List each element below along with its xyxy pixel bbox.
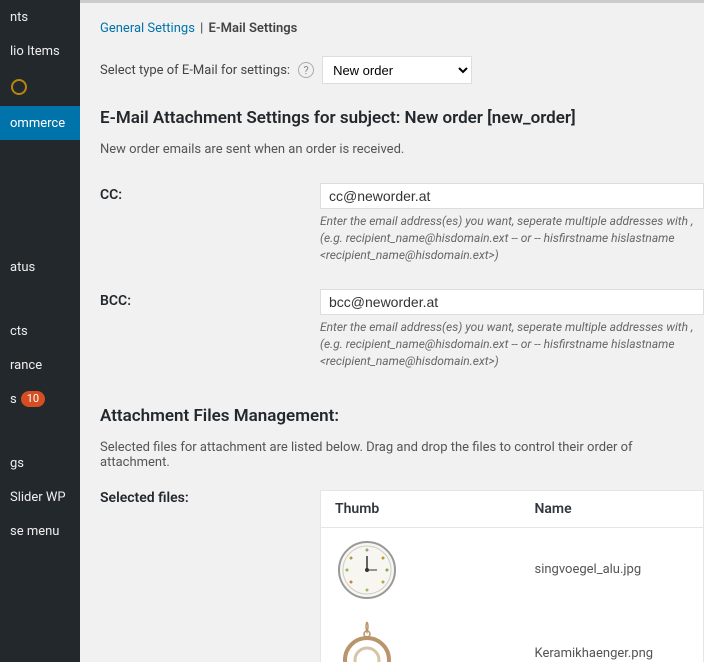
tab-general-settings[interactable]: General Settings <box>100 21 195 36</box>
attachment-thumb <box>335 538 399 602</box>
attachment-settings-heading: E-Mail Attachment Settings for subject: … <box>100 108 704 128</box>
table-row[interactable]: singvoegel_alu.jpg <box>321 527 704 612</box>
email-type-select[interactable]: New order <box>322 56 472 84</box>
cc-field-row: CC: Enter the email address(es) you want… <box>100 183 704 263</box>
email-type-selector-row: Select type of E-Mail for settings: ? Ne… <box>100 56 704 84</box>
sidebar-item-lio-items[interactable]: lio Items <box>0 34 80 68</box>
main-content: General Settings | E-Mail Settings Selec… <box>80 0 704 662</box>
bcc-help-text: Enter the email address(es) you want, se… <box>320 319 704 369</box>
attachment-thumb <box>335 622 399 662</box>
sidebar-item-rance[interactable]: rance <box>0 348 80 382</box>
table-row[interactable]: Keramikhaenger.png <box>321 612 704 662</box>
attachment-name: Keramikhaenger.png <box>521 612 704 662</box>
content-top-border <box>80 0 704 3</box>
sidebar-item-slider-wp[interactable]: Slider WP <box>0 480 80 514</box>
bcc-input[interactable] <box>320 289 704 315</box>
help-icon[interactable]: ? <box>298 62 314 78</box>
admin-sidebar: nts lio Items ommerce atus cts rance s 1… <box>0 0 80 662</box>
tab-email-settings[interactable]: E-Mail Settings <box>209 21 298 36</box>
tab-separator: | <box>200 21 206 36</box>
bcc-label: BCC: <box>100 289 320 309</box>
sidebar-item-collapse-menu[interactable]: se menu <box>0 514 80 548</box>
update-count-badge: 10 <box>21 391 45 407</box>
column-name: Name <box>521 490 704 527</box>
sidebar-item-blank1[interactable] <box>0 68 80 106</box>
sidebar-item-gs[interactable]: gs <box>0 446 80 480</box>
sidebar-item-nts[interactable]: nts <box>0 0 80 34</box>
selected-files-row: Selected files: Thumb Name <box>100 490 704 662</box>
email-type-label: Select type of E-Mail for settings: <box>100 63 290 78</box>
selected-files-label: Selected files: <box>100 490 320 662</box>
attachments-table: Thumb Name <box>320 490 704 662</box>
cc-input[interactable] <box>320 183 704 209</box>
attachment-name: singvoegel_alu.jpg <box>521 527 704 612</box>
settings-tabs: General Settings | E-Mail Settings <box>100 21 704 36</box>
generic-icon <box>10 78 28 96</box>
sidebar-item-atus[interactable]: atus <box>0 250 80 284</box>
pendant-thumb-icon <box>337 620 397 662</box>
attachment-files-heading: Attachment Files Management: <box>100 406 704 426</box>
sidebar-item-cts[interactable]: cts <box>0 314 80 348</box>
cc-label: CC: <box>100 183 320 203</box>
bcc-field-row: BCC: Enter the email address(es) you wan… <box>100 289 704 369</box>
cc-help-text: Enter the email address(es) you want, se… <box>320 213 704 263</box>
clock-thumb-icon <box>337 540 397 600</box>
attachment-files-desc: Selected files for attachment are listed… <box>100 440 704 470</box>
column-thumb: Thumb <box>321 490 521 527</box>
sidebar-item-s[interactable]: s 10 <box>0 382 80 416</box>
attachment-settings-desc: New order emails are sent when an order … <box>100 142 704 157</box>
sidebar-item-commerce[interactable]: ommerce <box>0 106 80 140</box>
